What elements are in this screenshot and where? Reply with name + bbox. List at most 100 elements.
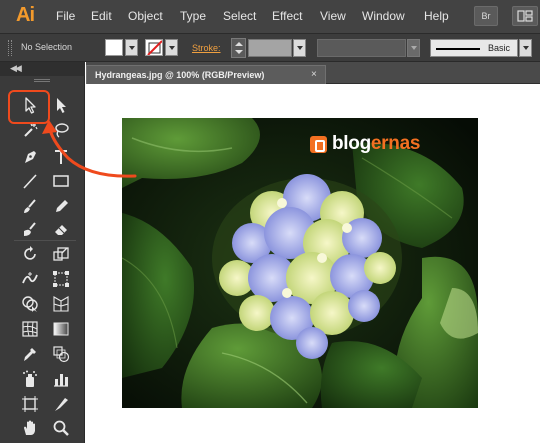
shape-builder-icon [22, 296, 38, 312]
stroke-weight-dropdown[interactable] [293, 39, 306, 57]
brush-dropdown[interactable] [519, 39, 532, 57]
perspective-grid-tool[interactable] [50, 294, 72, 314]
brush-label: Basic [488, 43, 511, 53]
hand-tool[interactable] [19, 418, 41, 438]
pen-tool[interactable] [19, 147, 41, 167]
document-tab-title: Hydrangeas.jpg @ 100% (RGB/Preview) [95, 70, 265, 80]
slice-tool[interactable] [50, 394, 72, 414]
pencil-tool[interactable] [50, 196, 72, 216]
menu-select[interactable]: Select [223, 9, 256, 23]
blob-brush-tool[interactable] [19, 219, 41, 239]
blend-tool[interactable] [50, 344, 72, 364]
type-tool[interactable] [50, 147, 72, 167]
free-transform-tool[interactable] [50, 269, 72, 289]
chevron-down-icon [129, 46, 135, 50]
direct-selection-tool[interactable] [50, 95, 72, 115]
symbol-sprayer-tool[interactable] [19, 369, 41, 389]
selection-tool-highlight [8, 90, 50, 124]
tools-panel-grip[interactable] [34, 79, 50, 82]
variable-width-dropdown[interactable] [407, 39, 420, 57]
close-icon[interactable]: × [311, 69, 317, 80]
placed-photo[interactable]: blogernas [122, 118, 478, 408]
watermark-text-part2: ernas [370, 133, 421, 154]
direct-selection-arrow-icon [57, 98, 66, 113]
rotate-icon [24, 246, 36, 260]
menu-window[interactable]: Window [362, 9, 405, 23]
eraser-tool[interactable] [50, 219, 72, 239]
stroke-weight-input[interactable] [248, 39, 292, 57]
fill-color-swatch[interactable] [105, 39, 123, 56]
width-tool[interactable] [19, 269, 41, 289]
mesh-tool[interactable] [19, 319, 41, 339]
stepper-down-icon[interactable] [235, 50, 243, 54]
scale-icon [53, 247, 69, 261]
eraser-icon [55, 225, 67, 235]
menu-edit[interactable]: Edit [91, 9, 112, 23]
brush-stroke-preview [436, 48, 480, 50]
blend-icon [53, 346, 70, 363]
column-graph-tool[interactable] [50, 369, 72, 389]
selection-status: No Selection [21, 42, 73, 52]
watermark-text: blogernas [332, 133, 420, 155]
menu-effect[interactable]: Effect [272, 9, 302, 23]
shape-builder-tool[interactable] [19, 294, 41, 314]
zoom-tool[interactable] [50, 418, 72, 438]
free-transform-icon [53, 271, 69, 287]
document-tab-bar: Hydrangeas.jpg @ 100% (RGB/Preview) × [86, 62, 540, 84]
paintbrush-tool[interactable] [19, 196, 41, 216]
line-segment-icon [23, 174, 37, 189]
chevron-down-icon [297, 46, 303, 50]
control-bar-grip[interactable] [8, 40, 12, 56]
menu-object[interactable]: Object [128, 9, 163, 23]
blob-brush-icon [24, 222, 36, 236]
stroke-dropdown[interactable] [165, 39, 178, 56]
stroke-color-swatch[interactable] [145, 39, 163, 56]
stepper-up-icon[interactable] [235, 42, 243, 46]
arrange-documents-button[interactable] [512, 6, 538, 26]
stroke-label[interactable]: Stroke: [192, 43, 221, 53]
pencil-icon [56, 200, 68, 212]
zoom-icon [53, 420, 69, 436]
lasso-tool[interactable] [50, 120, 72, 140]
blogger-logo-icon [310, 136, 327, 153]
artboard-canvas[interactable]: blogernas [86, 85, 540, 443]
app-logo: Ai [16, 4, 35, 26]
gradient-tool[interactable] [50, 319, 72, 339]
menu-file[interactable]: File [56, 9, 75, 23]
paintbrush-icon [24, 199, 36, 213]
eyedropper-tool[interactable] [19, 344, 41, 364]
menu-type[interactable]: Type [180, 9, 206, 23]
width-icon [22, 272, 38, 284]
chevron-down-icon [411, 46, 417, 50]
brush-definition[interactable]: Basic [430, 39, 518, 57]
line-segment-tool[interactable] [19, 171, 41, 191]
column-graph-icon [54, 374, 68, 387]
variable-width-profile[interactable] [317, 39, 406, 57]
hydrangea-photo-illustration [122, 118, 478, 408]
symbol-sprayer-icon [23, 370, 37, 387]
fill-dropdown[interactable] [125, 39, 138, 56]
arrange-documents-icon [517, 10, 533, 22]
rectangle-tool[interactable] [50, 171, 72, 191]
rotate-tool[interactable] [19, 244, 41, 264]
menu-help[interactable]: Help [424, 9, 449, 23]
document-tab[interactable]: Hydrangeas.jpg @ 100% (RGB/Preview) × [86, 65, 326, 84]
artboard-tool[interactable] [19, 394, 41, 414]
rectangle-icon [53, 175, 69, 187]
watermark-text-part1: blog [332, 133, 371, 154]
chevron-down-icon [169, 46, 175, 50]
scale-tool[interactable] [50, 244, 72, 264]
bridge-button[interactable]: Br [474, 6, 498, 26]
collapse-panel-icon[interactable]: ◀◀ [10, 63, 22, 74]
pen-nib-icon [25, 151, 36, 163]
slice-icon [55, 398, 68, 411]
control-bar: No Selection Stroke: Basic [0, 34, 540, 62]
hand-icon [24, 420, 35, 435]
stroke-weight-stepper[interactable] [231, 38, 246, 58]
lasso-icon [55, 123, 69, 138]
menu-bar: Ai File Edit Object Type Select Effect V… [0, 0, 540, 34]
menu-view[interactable]: View [320, 9, 346, 23]
perspective-grid-icon [53, 296, 69, 312]
tools-divider [14, 240, 76, 241]
gradient-icon [53, 322, 69, 336]
